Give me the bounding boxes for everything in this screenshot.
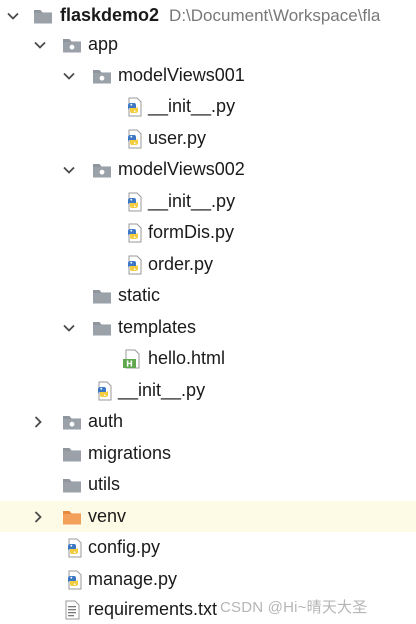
folder-icon xyxy=(61,443,83,465)
tree-row-order-py[interactable]: order.py xyxy=(0,249,416,280)
tree-label-config-py: config.py xyxy=(88,537,161,557)
chevron-right-icon[interactable] xyxy=(31,510,45,524)
python-file-icon xyxy=(123,191,145,213)
folder-icon xyxy=(32,5,54,27)
tree-label-user-py: user.py xyxy=(148,128,207,148)
tree-label-utils: utils xyxy=(88,474,121,494)
python-file-icon xyxy=(123,96,145,118)
chevron-down-icon[interactable] xyxy=(6,9,20,23)
html-file-icon xyxy=(121,348,143,370)
tree-label-venv: venv xyxy=(88,506,127,526)
folder-icon xyxy=(91,317,113,339)
excluded-folder-icon xyxy=(61,506,83,528)
chevron-down-icon[interactable] xyxy=(62,163,76,177)
project-name-text: flaskdemo2 xyxy=(60,5,160,25)
tree-label-requirements-txt: requirements.txt xyxy=(88,599,218,619)
tree-row-migrations[interactable]: migrations xyxy=(0,438,416,469)
tree-row-modelViews002[interactable]: modelViews002 xyxy=(0,154,416,185)
tree-label-mv2-init: __init__.py xyxy=(148,191,236,211)
python-file-icon xyxy=(93,380,115,402)
tree-row-hello-html[interactable]: hello.html xyxy=(0,343,416,374)
package-folder-icon xyxy=(91,159,113,181)
tree-label-templates: templates xyxy=(118,317,197,337)
tree-row-config-py[interactable]: config.py xyxy=(0,532,416,563)
tree-label-app: app xyxy=(88,34,119,54)
tree-row-manage-py[interactable]: manage.py xyxy=(0,564,416,595)
python-file-icon xyxy=(63,537,85,559)
tree-row-modelViews001[interactable]: modelViews001 xyxy=(0,60,416,91)
tree-label-hello-html: hello.html xyxy=(148,348,226,368)
chevron-down-icon[interactable] xyxy=(62,69,76,83)
tree-row-app[interactable]: app xyxy=(0,29,416,60)
tree-label-static: static xyxy=(118,285,161,305)
tree-label-modelViews001: modelViews001 xyxy=(118,65,245,85)
chevron-right-icon[interactable] xyxy=(31,415,45,429)
tree-row-static[interactable]: static xyxy=(0,280,416,311)
tree-label-migrations: migrations xyxy=(88,443,172,463)
package-folder-icon xyxy=(61,34,83,56)
project-tree: flaskdemo2 D:\Document\Workspace\fla app … xyxy=(0,0,416,624)
python-file-icon xyxy=(123,128,145,150)
tree-row-mv1-init[interactable]: __init__.py xyxy=(0,91,416,122)
tree-label-auth: auth xyxy=(88,411,124,431)
python-file-icon xyxy=(123,254,145,276)
tree-row-utils[interactable]: utils xyxy=(0,469,416,500)
tree-row-formDis-py[interactable]: formDis.py xyxy=(0,217,416,248)
tree-label-manage-py: manage.py xyxy=(88,569,178,589)
tree-row-app-init[interactable]: __init__.py xyxy=(0,375,416,406)
tree-row-user-py[interactable]: user.py xyxy=(0,123,416,154)
tree-row-auth[interactable]: auth xyxy=(0,406,416,437)
folder-icon xyxy=(61,474,83,496)
chevron-down-icon[interactable] xyxy=(62,321,76,335)
project-path: D:\Document\Workspace\fla xyxy=(169,6,381,25)
package-folder-icon xyxy=(61,411,83,433)
package-folder-icon xyxy=(91,65,113,87)
chevron-down-icon[interactable] xyxy=(33,38,47,52)
csdn-watermark: CSDN @Hi~晴天大圣 xyxy=(220,599,368,616)
tree-label-app-init: __init__.py xyxy=(118,380,206,400)
tree-row-templates[interactable]: templates xyxy=(0,312,416,343)
tree-label-order-py: order.py xyxy=(148,254,214,274)
python-file-icon xyxy=(123,222,145,244)
python-file-icon xyxy=(63,569,85,591)
project-name: flaskdemo2 D:\Document\Workspace\fla xyxy=(60,0,380,31)
text-file-icon xyxy=(61,599,83,621)
tree-label-mv1-init: __init__.py xyxy=(148,96,236,116)
tree-label-formDis-py: formDis.py xyxy=(148,222,235,242)
tree-row-venv[interactable]: venv xyxy=(0,501,416,532)
tree-label-modelViews002: modelViews002 xyxy=(118,159,245,179)
tree-row-mv2-init[interactable]: __init__.py xyxy=(0,186,416,217)
folder-icon xyxy=(91,285,113,307)
tree-row-flaskdemo2[interactable]: flaskdemo2 D:\Document\Workspace\fla xyxy=(0,0,416,31)
